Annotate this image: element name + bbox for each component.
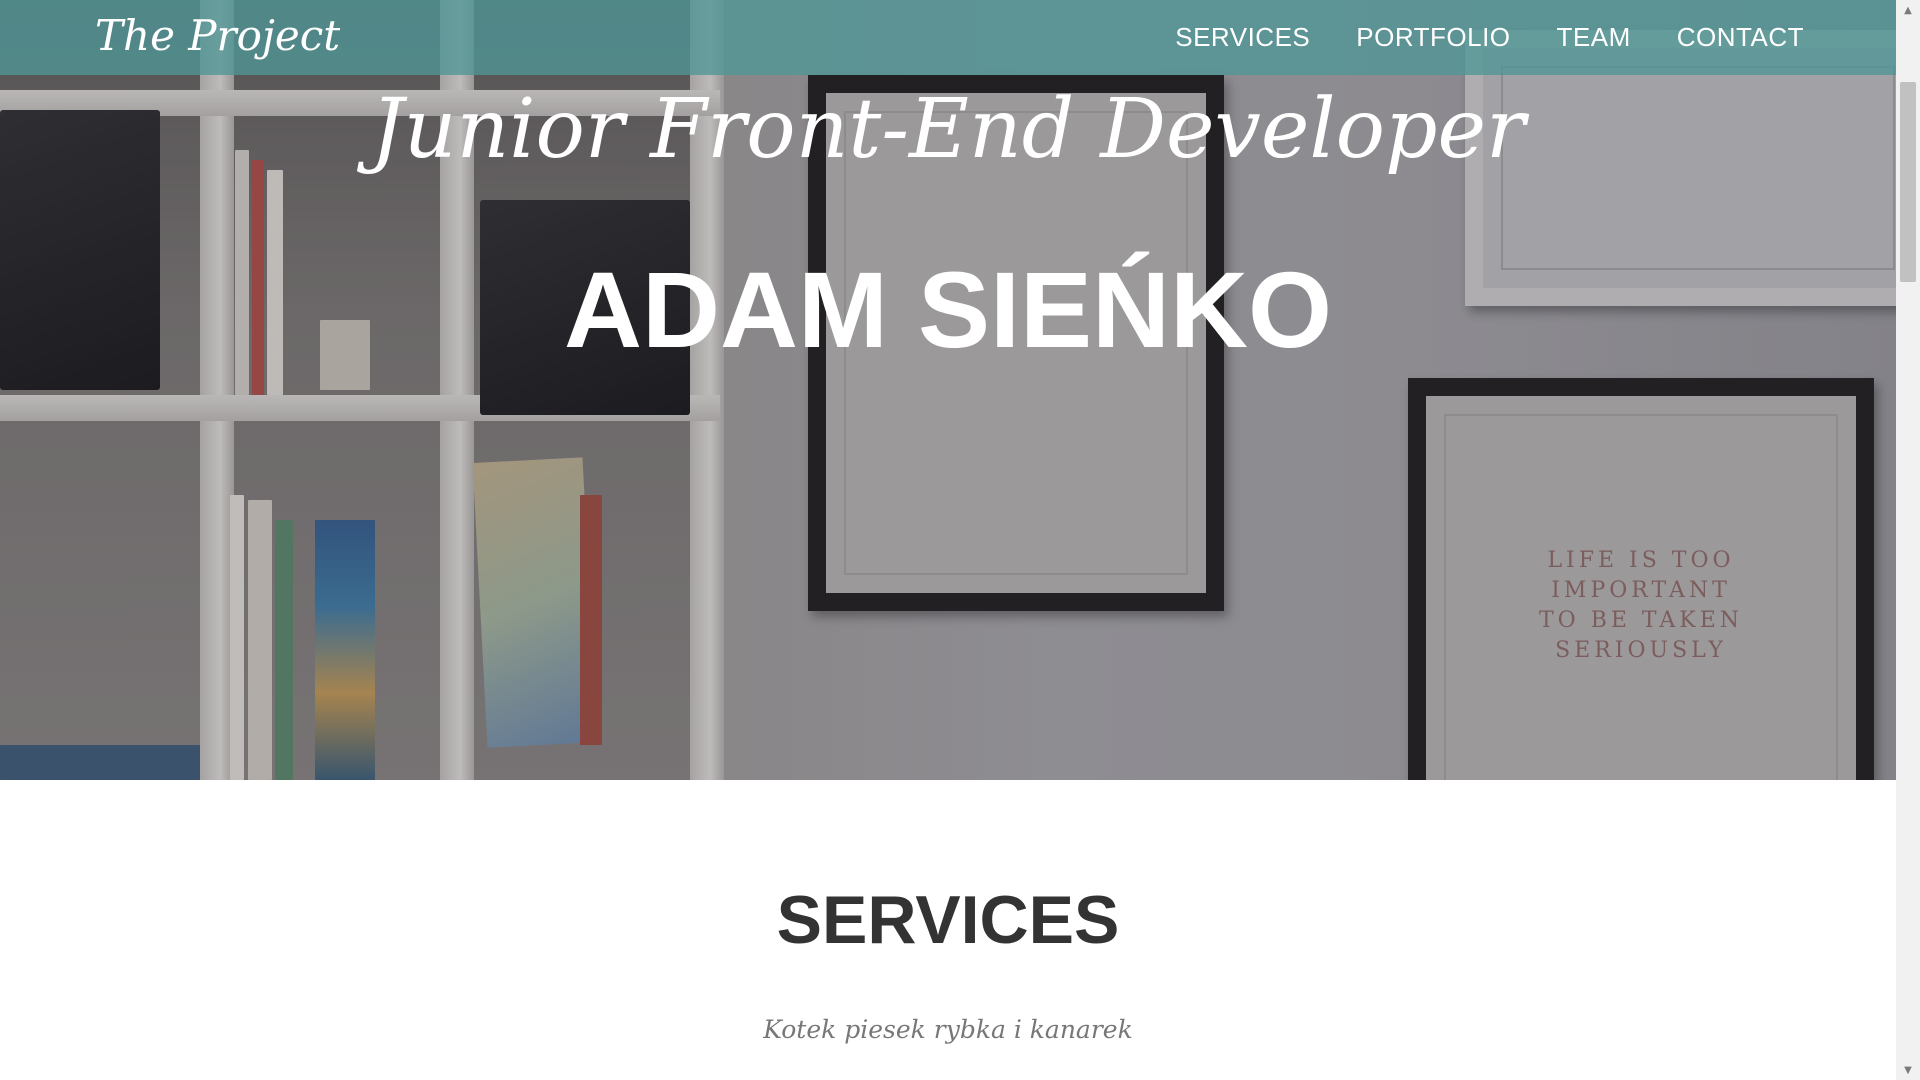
nav-link-services[interactable]: SERVICES bbox=[1175, 22, 1310, 53]
page: LIFE IS TOO IMPORTANT TO BE TAKEN SERIOU… bbox=[0, 0, 1896, 1080]
navbar: The Project SERVICES PORTFOLIO TEAM CONT… bbox=[0, 0, 1896, 75]
services-heading: SERVICES bbox=[776, 882, 1120, 958]
hero-section: LIFE IS TOO IMPORTANT TO BE TAKEN SERIOU… bbox=[0, 0, 1896, 780]
vertical-scrollbar[interactable]: ▲ ▼ bbox=[1896, 0, 1920, 1080]
hero-subtitle: Junior Front-End Developer bbox=[370, 82, 1526, 177]
scroll-down-arrow-icon[interactable]: ▼ bbox=[1896, 1060, 1920, 1080]
scrollbar-thumb[interactable] bbox=[1900, 82, 1916, 282]
nav-link-contact[interactable]: CONTACT bbox=[1677, 22, 1804, 53]
nav-link-portfolio[interactable]: PORTFOLIO bbox=[1356, 22, 1510, 53]
hero-name: ADAM SIEŃKO bbox=[563, 249, 1333, 370]
services-subheading: Kotek piesek rybka i kanarek bbox=[763, 1015, 1133, 1044]
browser-viewport: LIFE IS TOO IMPORTANT TO BE TAKEN SERIOU… bbox=[0, 0, 1920, 1080]
nav-link-team[interactable]: TEAM bbox=[1557, 22, 1631, 53]
scroll-up-arrow-icon[interactable]: ▲ bbox=[1896, 0, 1920, 20]
brand-logo-link[interactable]: The Project bbox=[95, 10, 340, 62]
nav-links: SERVICES PORTFOLIO TEAM CONTACT bbox=[1175, 0, 1804, 75]
